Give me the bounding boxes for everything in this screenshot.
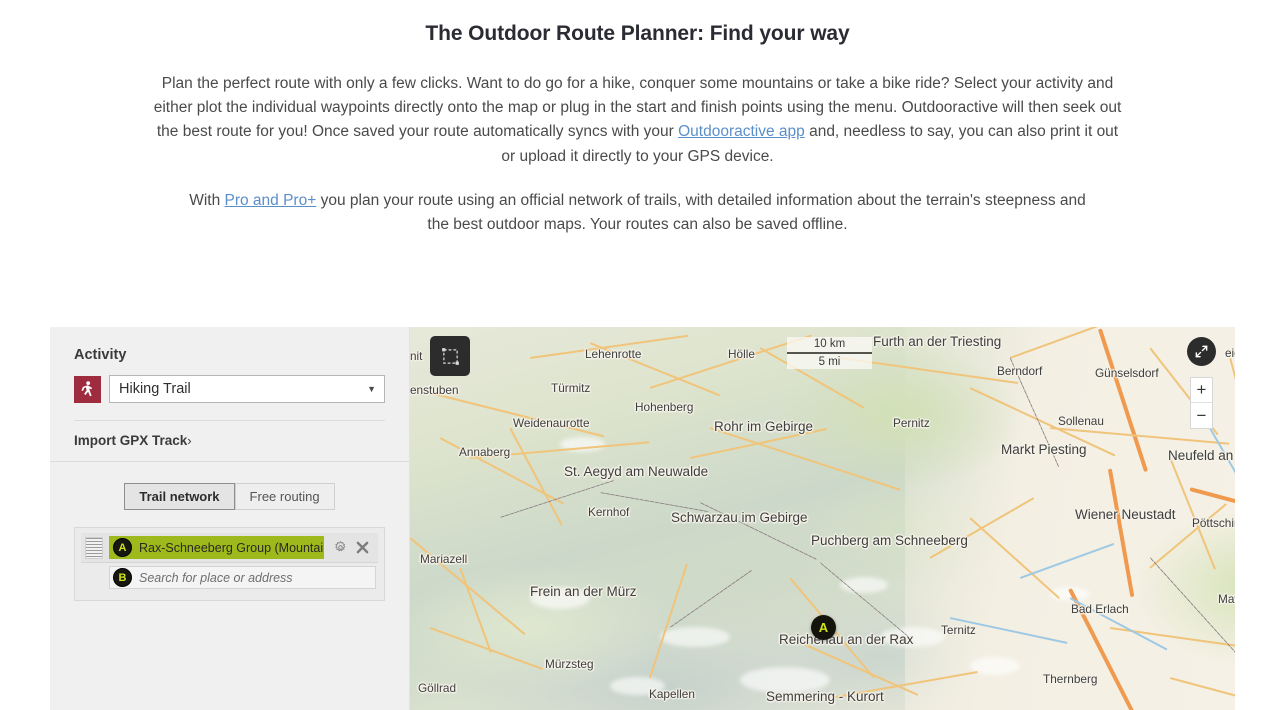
waypoint-a-value: Rax-Schneeberg Group (Mountain ra: [139, 540, 324, 555]
expand-icon: [1195, 345, 1208, 358]
map-snow-patch: [610, 677, 665, 695]
zoom-out-button[interactable]: −: [1191, 403, 1212, 428]
import-gpx-label[interactable]: Import GPX Track›: [74, 433, 192, 448]
tab-free-routing[interactable]: Free routing: [234, 483, 335, 510]
waypoint-row-a: A Rax-Schneeberg Group (Mountain ra: [81, 533, 378, 563]
pro-plans-link[interactable]: Pro and Pro+: [225, 192, 317, 209]
map-snow-patch: [740, 667, 830, 693]
intro-paragraph-1: Plan the perfect route with only a few c…: [154, 72, 1122, 169]
map-canvas[interactable]: 10 km 5 mi + − Furth an der Triesting Leh…: [410, 327, 1235, 710]
gear-icon[interactable]: [334, 540, 347, 554]
activity-select[interactable]: Hiking Trail ▼: [109, 375, 385, 403]
close-icon[interactable]: [356, 541, 369, 554]
page-title: The Outdoor Route Planner: Find your way: [425, 22, 850, 45]
route-marker-a[interactable]: A: [811, 615, 836, 640]
waypoint-a-input[interactable]: A Rax-Schneeberg Group (Mountain ra: [109, 536, 324, 559]
waypoint-b-input[interactable]: B Search for place or address: [109, 566, 376, 589]
hiker-icon: [74, 375, 101, 403]
area-select-icon: [441, 347, 459, 365]
map-snow-patch: [530, 587, 590, 609]
activity-row: Hiking Trail ▼: [74, 375, 385, 403]
zoom-in-button[interactable]: +: [1191, 378, 1212, 403]
intro-paragraph-2: With Pro and Pro+ you plan your route us…: [188, 189, 1088, 237]
import-gpx-text: Import GPX Track: [74, 433, 188, 448]
chevron-right-icon: ›: [187, 433, 192, 448]
intro-p2-text-a: With: [189, 191, 225, 209]
zoom-controls: + −: [1190, 377, 1213, 429]
waypoint-b-placeholder: Search for place or address: [139, 570, 293, 585]
planner-sidebar: Activity Hiking Trail ▼ Import GPX Track…: [50, 327, 410, 710]
scalebar-km: 10 km: [787, 337, 872, 354]
drag-handle-icon[interactable]: [85, 536, 103, 559]
waypoint-a-actions: [330, 540, 376, 554]
map-scalebar: 10 km 5 mi: [787, 337, 872, 369]
activity-section: Activity Hiking Trail ▼: [50, 327, 409, 421]
waypoint-badge-a: A: [113, 538, 132, 557]
waypoint-badge-b: B: [113, 568, 132, 587]
activity-heading: Activity: [74, 347, 127, 363]
outdooractive-app-link[interactable]: Outdooractive app: [678, 123, 805, 140]
fullscreen-button[interactable]: [1187, 337, 1216, 366]
routing-mode-tabs: Trail network Free routing: [50, 483, 409, 510]
scalebar-mi: 5 mi: [818, 356, 841, 368]
map-snow-patch: [660, 627, 730, 647]
intro-block: The Outdoor Route Planner: Find your way…: [0, 0, 1275, 237]
waypoint-row-b: B Search for place or address: [81, 563, 378, 592]
import-gpx-row[interactable]: Import GPX Track›: [50, 421, 409, 462]
area-select-button[interactable]: [430, 336, 470, 376]
activity-select-value: Hiking Trail: [119, 381, 191, 397]
map-snow-patch: [880, 627, 945, 647]
chevron-down-icon: ▼: [367, 384, 376, 394]
intro-p2-text-b: you plan your route using an official ne…: [316, 191, 1086, 234]
waypoint-panel: A Rax-Schneeberg Group (Mountain ra: [74, 527, 385, 601]
route-planner-widget: Activity Hiking Trail ▼ Import GPX Track…: [50, 327, 1235, 710]
tab-trail-network[interactable]: Trail network: [124, 483, 235, 510]
